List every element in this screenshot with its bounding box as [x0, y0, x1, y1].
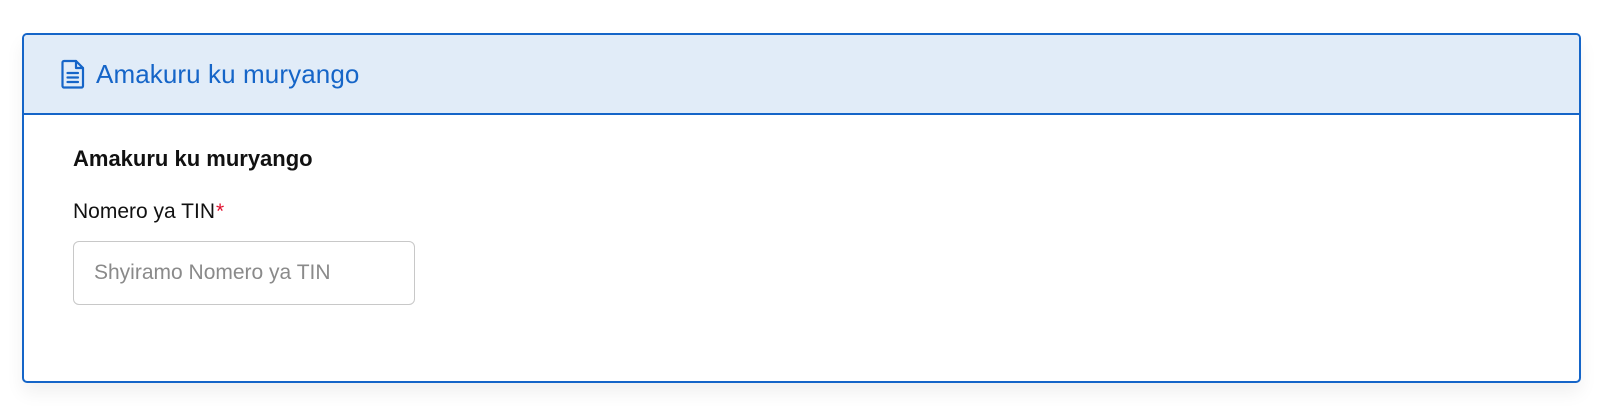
tin-field-label: Nomero ya TIN*: [73, 199, 1579, 225]
info-card: Amakuru ku muryango Amakuru ku muryango …: [22, 33, 1581, 383]
card-body: Amakuru ku muryango Nomero ya TIN*: [24, 115, 1579, 305]
card-header-title: Amakuru ku muryango: [96, 58, 360, 89]
card-header: Amakuru ku muryango: [24, 35, 1579, 115]
page: Amakuru ku muryango Amakuru ku muryango …: [0, 0, 1600, 416]
section-title: Amakuru ku muryango: [73, 146, 313, 171]
tin-input[interactable]: [73, 241, 415, 305]
required-asterisk: *: [216, 200, 225, 223]
tin-label-text: Nomero ya TIN: [73, 200, 215, 223]
document-icon: [60, 59, 86, 89]
